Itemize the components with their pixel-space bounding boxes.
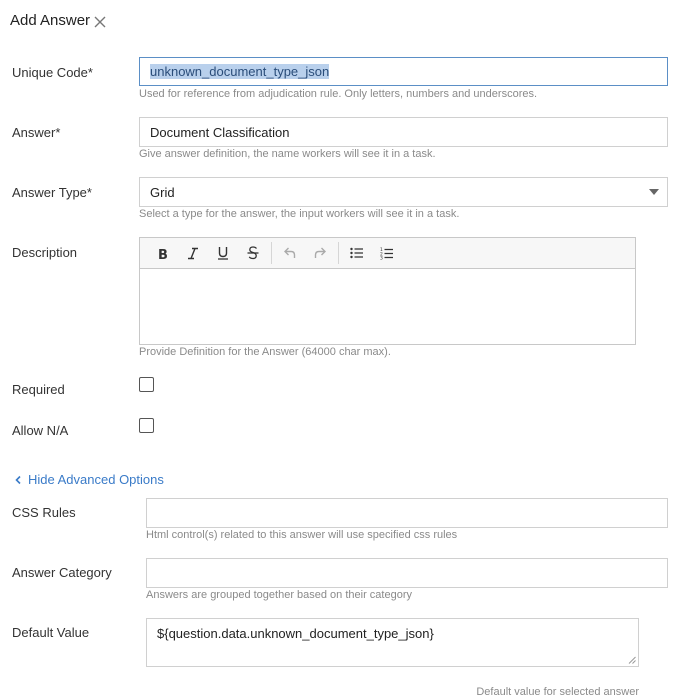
dialog-title-text: Add Answer <box>10 12 91 29</box>
description-hint: Provide Definition for the Answer (64000… <box>139 346 391 358</box>
chevron-down-icon <box>649 189 659 195</box>
unique-code-label: Unique Code* <box>12 65 93 80</box>
strikethrough-icon[interactable] <box>238 240 268 266</box>
description-editor[interactable]: B 123 <box>139 237 636 345</box>
close-icon[interactable] <box>94 15 106 27</box>
dialog-title: Add Answer <box>10 12 106 29</box>
underline-icon[interactable] <box>208 240 238 266</box>
unique-code-value: unknown_document_type_json <box>150 64 330 79</box>
default-value-textarea[interactable]: ${question.data.unknown_document_type_js… <box>146 618 639 667</box>
default-value-text: ${question.data.unknown_document_type_js… <box>157 626 434 641</box>
italic-icon[interactable] <box>178 240 208 266</box>
required-checkbox[interactable] <box>139 377 154 392</box>
answer-category-input[interactable] <box>146 558 668 588</box>
hide-advanced-options-label: Hide Advanced Options <box>28 472 164 487</box>
answer-type-hint: Select a type for the answer, the input … <box>139 208 460 220</box>
bullet-list-icon[interactable] <box>342 240 372 266</box>
css-rules-input[interactable] <box>146 498 668 528</box>
unique-code-hint: Used for reference from adjudication rul… <box>139 88 538 100</box>
default-value-label: Default Value <box>12 625 90 640</box>
answer-category-hint: Answers are grouped together based on th… <box>146 589 412 601</box>
required-label: Required <box>12 382 65 397</box>
answer-type-value: Grid <box>150 184 175 200</box>
toolbar-divider <box>271 242 272 264</box>
description-content-area[interactable] <box>140 269 635 344</box>
answer-value: Document Classification <box>150 124 290 140</box>
svg-text:B: B <box>158 248 168 260</box>
answer-hint: Give answer definition, the name workers… <box>139 148 436 160</box>
allow-na-checkbox[interactable] <box>139 418 154 433</box>
answer-label: Answer* <box>12 125 61 140</box>
unique-code-input[interactable]: unknown_document_type_json <box>139 57 668 86</box>
editor-toolbar: B 123 <box>140 238 635 269</box>
undo-icon[interactable] <box>275 240 305 266</box>
chevron-left-icon <box>15 475 21 484</box>
answer-input[interactable]: Document Classification <box>139 117 668 147</box>
bold-icon[interactable]: B <box>148 240 178 266</box>
numbered-list-icon[interactable]: 123 <box>372 240 402 266</box>
resize-handle-icon[interactable] <box>628 656 636 664</box>
description-label: Description <box>12 245 78 260</box>
hide-advanced-options-link[interactable]: Hide Advanced Options <box>14 472 164 487</box>
css-rules-hint: Html control(s) related to this answer w… <box>146 529 458 541</box>
toolbar-divider <box>338 242 339 264</box>
redo-icon[interactable] <box>305 240 335 266</box>
svg-text:3: 3 <box>380 255 383 259</box>
allow-na-label: Allow N/A <box>12 423 69 438</box>
css-rules-label: CSS Rules <box>12 505 76 520</box>
answer-type-label: Answer Type* <box>12 185 92 200</box>
default-value-hint: Default value for selected answer <box>476 686 639 698</box>
answer-type-select[interactable]: Grid <box>139 177 668 207</box>
answer-category-label: Answer Category <box>12 565 112 580</box>
